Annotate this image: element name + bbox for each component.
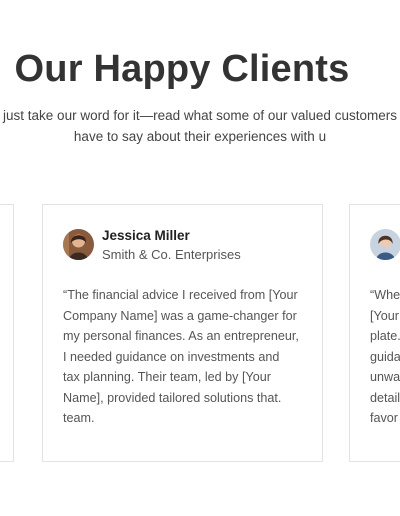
testimonial-card[interactable]: Jessica Miller Smith & Co. Enterprises “… <box>42 204 323 462</box>
quote-line: guida <box>370 349 400 364</box>
client-photo-icon <box>63 229 94 260</box>
quote-line: detail <box>370 390 400 405</box>
quote-line: tax planning. Their team, led by [Your <box>63 370 271 384</box>
quote-line: plate. <box>370 329 400 343</box>
quote-line: team. <box>63 411 95 425</box>
quote-line: Name], provided tailored solutions that. <box>63 390 282 405</box>
subtitle-line: have to say about their experiences with… <box>73 129 327 144</box>
quote-line: favor <box>370 411 398 425</box>
client-photo-icon <box>370 229 400 260</box>
testimonial-quote: “The financial advice I received from [Y… <box>63 285 313 429</box>
quote-line: unwa <box>370 370 400 384</box>
quote-line: I needed guidance on investments and <box>63 349 280 364</box>
subtitle-line: just take our word for it—read what some… <box>3 108 397 123</box>
testimonial-quote: “Whe [Your plate. guida unwa detail favo… <box>370 285 400 429</box>
client-name: Jessica Miller <box>102 228 190 243</box>
testimonial-card-previous[interactable] <box>0 204 14 462</box>
client-company: Smith & Co. Enterprises <box>102 247 241 262</box>
client-avatar <box>370 229 400 260</box>
section-subtitle: just take our word for it—read what some… <box>0 105 400 147</box>
quote-line: [Your <box>370 308 399 323</box>
quote-line: my personal finances. As an entrepreneur… <box>63 329 299 343</box>
quote-line: “Whe <box>370 288 400 302</box>
client-avatar <box>63 229 94 260</box>
section-title: Our Happy Clients <box>14 48 350 90</box>
quote-line: Company Name] was a game-changer for <box>63 308 297 323</box>
testimonial-card-next[interactable]: “Whe [Your plate. guida unwa detail favo… <box>349 204 400 462</box>
testimonials-section: Our Happy Clients just take our word for… <box>0 0 400 516</box>
quote-line: “The financial advice I received from [Y… <box>63 288 298 302</box>
